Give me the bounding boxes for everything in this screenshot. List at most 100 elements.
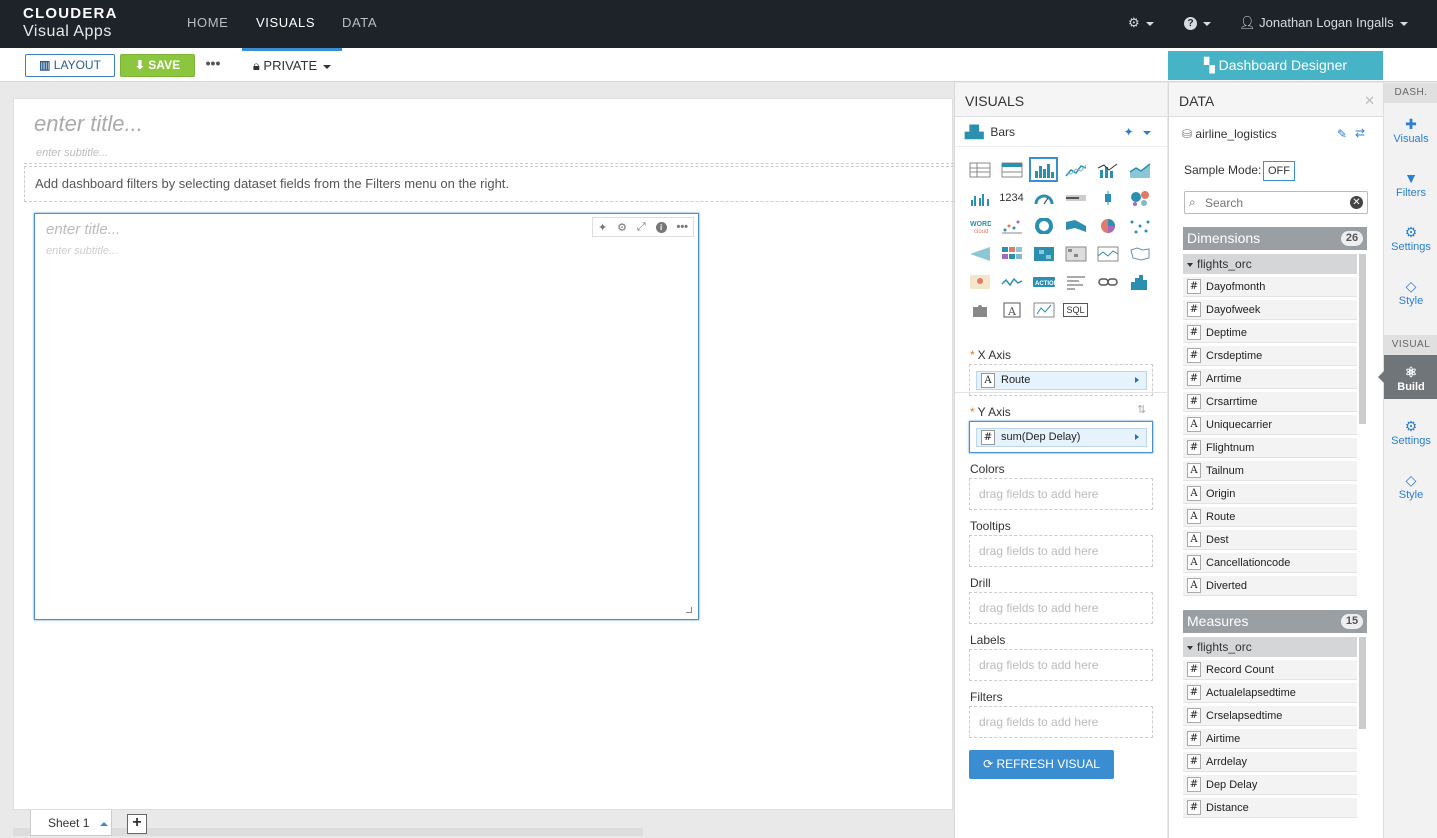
rail-visuals-dash[interactable]: ✚ Visuals [1384,107,1437,151]
visual-type-sql-icon[interactable]: SQL [1061,297,1090,322]
caret-right-icon[interactable] [1135,377,1139,383]
visual-type-interactive-map-icon[interactable] [965,269,994,294]
field-item[interactable]: # Dayofweek [1183,300,1357,320]
layout-button[interactable]: ▥ LAYOUT [25,54,115,77]
dashboard-title-input[interactable]: enter title... [34,111,143,137]
visual-type-lines-icon[interactable] [1061,157,1090,182]
visual-type-rich-text-icon[interactable] [1061,269,1090,294]
visual-container[interactable]: enter title... enter subtitle... ✦ ⚙ ⤢ i… [34,213,699,620]
privacy-dropdown[interactable]: 🔒︎ PRIVATE [242,48,342,82]
visual-type-selector[interactable]: ▟▙ Bars ✦ [955,117,1167,147]
field-item[interactable]: # Airtime [1183,729,1357,749]
nav-home[interactable]: HOME [187,0,228,48]
field-item[interactable]: # Flightnum [1183,438,1357,458]
measures-group[interactable]: flights_orc [1183,637,1357,657]
user-menu[interactable]: 👤︎ Jonathan Logan Ingalls [1239,0,1408,48]
visual-type-kpi-icon[interactable]: 1234 [997,185,1026,210]
dimensions-group[interactable]: flights_orc [1183,254,1357,274]
help-menu[interactable]: ? [1184,0,1211,48]
visual-type-network-icon[interactable] [1125,213,1154,238]
field-item[interactable]: # Record Count [1183,660,1357,680]
field-item[interactable]: # Crsdeptime [1183,346,1357,366]
rail-settings-dash[interactable]: ⚙ Settings [1384,215,1437,259]
field-item[interactable]: A Route [1183,507,1357,527]
close-icon[interactable]: ✕ [1364,83,1375,119]
nav-data[interactable]: DATA [342,0,377,48]
field-item[interactable]: # Arrtime [1183,369,1357,389]
expand-icon[interactable]: ⤢ [637,221,646,234]
field-search[interactable]: ⌕ ✕ [1184,191,1368,214]
visual-type-heatmap-icon[interactable] [997,241,1026,266]
visual-type-field-stats-icon[interactable] [1029,297,1058,322]
sparkle-icon[interactable]: ✦ [1124,117,1151,147]
visual-type-word-cloud-icon[interactable]: WORD cloud [965,213,994,238]
visual-type-funnel-icon[interactable] [965,241,994,266]
visual-type-extension-icon[interactable] [965,297,994,322]
field-item[interactable]: A Origin [1183,484,1357,504]
rail-build-visual[interactable]: ⚛ Build [1378,355,1437,399]
rail-filters-dash[interactable]: ▼ Filters [1384,161,1437,205]
y-axis-shelf[interactable]: # sum(Dep Delay) [969,421,1153,453]
field-item[interactable]: # Distance [1183,798,1357,818]
visual-type-packed-bubbles-icon[interactable] [1125,185,1154,210]
dashboard-subtitle-input[interactable]: enter subtitle... [24,147,964,164]
visual-type-sankey-icon[interactable] [1061,213,1090,238]
visual-type-sparklines-icon[interactable] [997,269,1026,294]
sort-icon[interactable]: ⇅ [1137,403,1146,416]
visual-type-action-icon[interactable]: ACTION [1029,269,1058,294]
x-axis-shelf[interactable]: A Route [969,364,1153,396]
field-item[interactable]: # Dep Delay [1183,775,1357,795]
field-item[interactable]: # Dayofmonth [1183,277,1357,297]
shelf-drill[interactable]: drag fields to add here [969,592,1153,624]
visual-type-radial-icon[interactable] [1093,213,1122,238]
measures-scrollbar[interactable] [1359,637,1366,729]
y-axis-field-pill[interactable]: # sum(Dep Delay) [976,428,1147,447]
shelf-colors[interactable]: drag fields to add here [969,478,1153,510]
more-options-button[interactable]: ••• [200,54,226,77]
measures-header[interactable]: Measures 15 [1183,610,1367,633]
visual-type-bars-icon[interactable] [1029,157,1058,182]
x-axis-field-pill[interactable]: A Route [976,371,1147,390]
shelf-filters[interactable]: drag fields to add here [969,706,1153,738]
settings-menu[interactable]: ⚙ [1128,0,1154,48]
caret-right-icon[interactable] [1135,434,1139,440]
field-item[interactable]: A Diverted [1183,576,1357,596]
nav-visuals[interactable]: VISUALS [256,0,315,48]
field-item[interactable]: # Deptime [1183,323,1357,343]
visual-type-pie-icon[interactable] [1029,213,1058,238]
field-item[interactable]: A Uniquecarrier [1183,415,1357,435]
field-item[interactable]: # Arrdelay [1183,752,1357,772]
field-item[interactable]: # Actualelapsedtime [1183,683,1357,703]
field-item[interactable]: # Crsarrtime [1183,392,1357,412]
shelf-tooltips[interactable]: drag fields to add here [969,535,1153,567]
visual-type-crosstab-icon[interactable] [997,157,1026,182]
visual-type-gauge-icon[interactable] [1029,185,1058,210]
visual-subtitle-input[interactable]: enter subtitle... [46,245,118,257]
save-button[interactable]: ⬇ SAVE [120,54,195,77]
sample-mode-toggle[interactable]: OFF [1263,161,1295,181]
rail-style-dash[interactable]: ◇ Style [1384,269,1437,313]
dashboard-designer-button[interactable]: ▚ Dashboard Designer [1168,51,1383,80]
field-item[interactable]: # Crselapsedtime [1183,706,1357,726]
clear-search-icon[interactable]: ✕ [1350,196,1363,209]
visual-type-scatter-icon[interactable] [997,213,1026,238]
dimensions-scrollbar[interactable] [1359,254,1366,424]
visual-type-correlation-heatmap-icon[interactable] [1029,241,1058,266]
sheet-tab[interactable]: Sheet 1 [30,810,112,836]
visual-type-box-plot-icon[interactable] [1093,185,1122,210]
gear-icon[interactable]: ⚙ [617,221,627,234]
dimensions-header[interactable]: Dimensions 26 [1183,227,1367,250]
edit-dataset-icon[interactable]: ✎ [1337,127,1347,141]
visual-type-combo-icon[interactable] [1093,157,1122,182]
visual-type-table-icon[interactable] [965,157,994,182]
change-dataset-icon[interactable]: ⇄ [1355,126,1365,140]
rail-style-visual[interactable]: ◇ Style [1384,463,1437,507]
add-sheet-button[interactable]: + [127,814,147,834]
visual-type-bullet-icon[interactable] [1061,185,1090,210]
rail-settings-visual[interactable]: ⚙ Settings [1384,409,1437,453]
visual-title-input[interactable]: enter title... [46,221,120,238]
dataset-selector[interactable]: ⛁ airline_logistics [1182,127,1277,141]
field-item[interactable]: A Cancellationcode [1183,553,1357,573]
field-item[interactable]: A Tailnum [1183,461,1357,481]
shelf-labels[interactable]: drag fields to add here [969,649,1153,681]
